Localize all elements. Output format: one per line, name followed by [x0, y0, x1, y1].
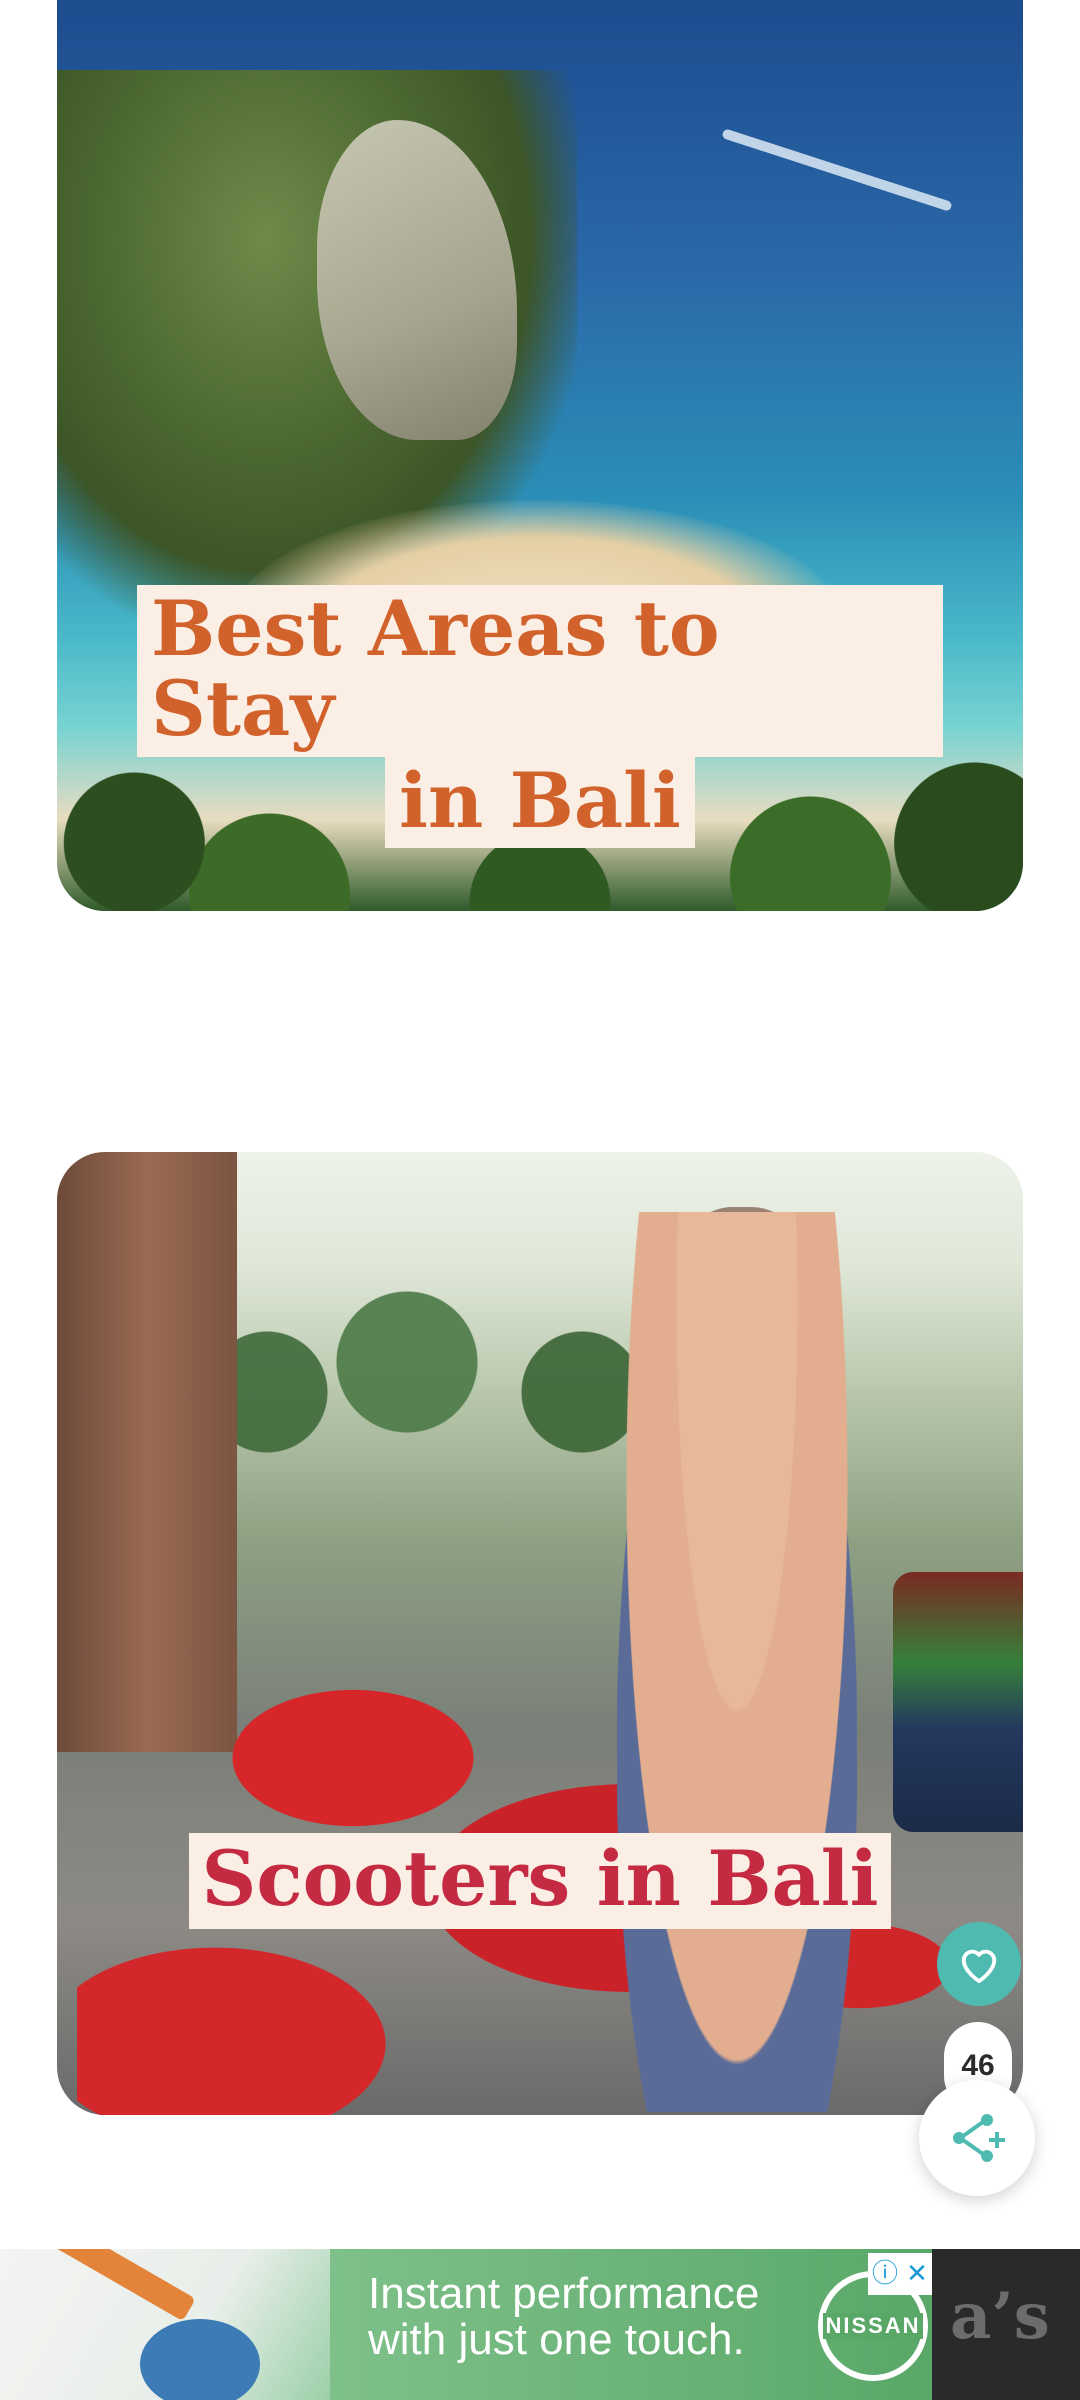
ad-headline: Instant performance with just one touch.	[368, 2271, 828, 2363]
page: Best Areas to Stay in Bali Scooters in B…	[0, 0, 1080, 2400]
card-title-line-1: Best Areas to Stay	[137, 585, 943, 757]
info-icon[interactable]: ⓘ	[872, 2261, 898, 2287]
ad-headline-line-1: Instant performance	[368, 2269, 760, 2318]
article-card-scooters[interactable]: Scooters in Bali	[57, 1152, 1023, 2115]
share-icon	[953, 2114, 1005, 2162]
photo-boat-wake	[721, 128, 953, 212]
card-title-line-2: in Bali	[385, 756, 695, 849]
ad-banner[interactable]: Instant performance with just one touch.…	[0, 2249, 1080, 2400]
heart-icon	[961, 1949, 997, 1984]
ad-side-text: a’s	[950, 2279, 1050, 2354]
favorite-button[interactable]	[937, 1922, 1021, 2006]
card-title-line-1: Scooters in Bali	[189, 1833, 891, 1929]
ad-headline-line-2: with just one touch.	[368, 2315, 745, 2364]
card-title: Best Areas to Stay in Bali	[137, 585, 943, 849]
ad-brand-name: NISSAN	[823, 2313, 923, 2339]
article-card-best-areas[interactable]: Best Areas to Stay in Bali	[57, 0, 1023, 911]
ad-pencil-graphic	[44, 2249, 196, 2322]
ad-choices[interactable]: ⓘ ✕	[868, 2253, 932, 2295]
ad-artwork	[0, 2249, 330, 2400]
close-icon[interactable]: ✕	[906, 2261, 928, 2287]
card-title: Scooters in Bali	[187, 1833, 893, 1929]
photo-person	[617, 1212, 857, 2112]
ad-paint-graphic	[140, 2319, 260, 2400]
share-button[interactable]	[919, 2080, 1035, 2196]
